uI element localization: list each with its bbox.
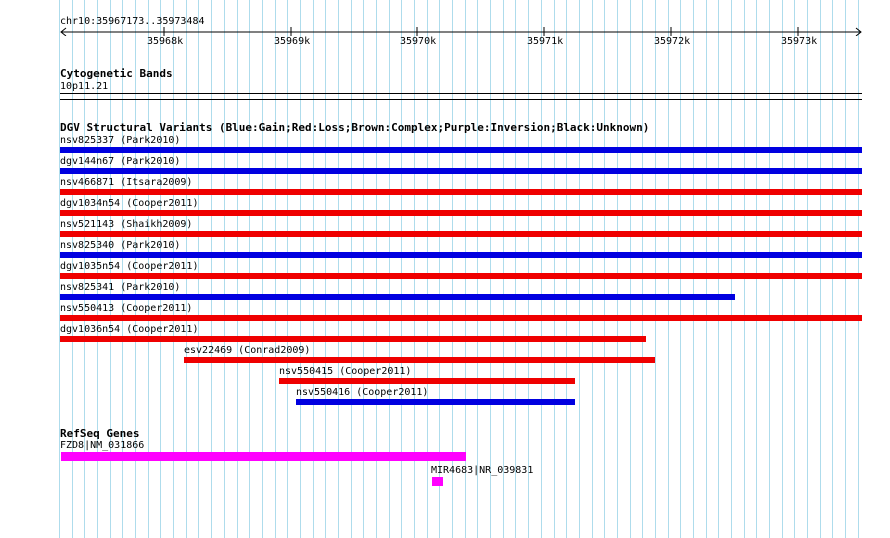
gene-bar-fzd8[interactable] — [61, 452, 466, 461]
dgv-feature-bar[interactable] — [296, 399, 575, 405]
dgv-feature-label[interactable]: dgv144n67 (Park2010) — [60, 156, 180, 167]
dgv-feature-bar[interactable] — [60, 168, 862, 174]
ruler-tick-label: 35971k — [527, 36, 564, 47]
dgv-feature-label[interactable]: nsv550415 (Cooper2011) — [279, 366, 411, 377]
gene-bar-mir4683[interactable] — [432, 477, 443, 486]
ruler-tick-label: 35970k — [400, 36, 437, 47]
dgv-feature-label[interactable]: nsv825341 (Park2010) — [60, 282, 180, 293]
dgv-feature-label[interactable]: nsv550413 (Cooper2011) — [60, 303, 192, 314]
dgv-feature-bar[interactable] — [60, 294, 735, 300]
dgv-feature-label[interactable]: nsv550416 (Cooper2011) — [296, 387, 428, 398]
dgv-feature-label[interactable]: dgv1036n54 (Cooper2011) — [60, 324, 198, 335]
dgv-feature-bar[interactable] — [60, 147, 862, 153]
dgv-feature-bar[interactable] — [184, 357, 655, 363]
dgv-feature-bar[interactable] — [60, 210, 862, 216]
dgv-feature-bar[interactable] — [60, 231, 862, 237]
cytoband-line-top — [60, 93, 862, 94]
dgv-feature-label[interactable]: nsv521143 (Shaikh2009) — [60, 219, 192, 230]
dgv-feature-bar[interactable] — [60, 252, 862, 258]
gene-label-mir4683[interactable]: MIR4683|NR_039831 — [431, 465, 533, 476]
dgv-track-title: DGV Structural Variants (Blue:Gain;Red:L… — [60, 121, 650, 134]
dgv-feature-bar[interactable] — [60, 189, 862, 195]
ruler-axis — [60, 27, 862, 36]
cytoband-line-bottom — [60, 99, 862, 100]
dgv-feature-label[interactable]: nsv825340 (Park2010) — [60, 240, 180, 251]
dgv-feature-label[interactable]: nsv825337 (Park2010) — [60, 135, 180, 146]
dgv-feature-bar[interactable] — [60, 336, 646, 342]
dgv-feature-label[interactable]: dgv1034n54 (Cooper2011) — [60, 198, 198, 209]
ruler-tick-label: 35972k — [654, 36, 691, 47]
dgv-feature-bar[interactable] — [279, 378, 575, 384]
dgv-feature-bar[interactable] — [60, 315, 862, 321]
ruler-tick-label: 35968k — [147, 36, 184, 47]
cytoband-track-title: Cytogenetic Bands — [60, 67, 173, 80]
ruler-tick-label: 35973k — [781, 36, 818, 47]
gene-label-fzd8[interactable]: FZD8|NM_031866 — [60, 440, 144, 451]
dgv-feature-label[interactable]: dgv1035n54 (Cooper2011) — [60, 261, 198, 272]
refseq-track-title: RefSeq Genes — [60, 427, 140, 440]
dgv-feature-bar[interactable] — [60, 273, 862, 279]
ruler-tick-label: 35969k — [274, 36, 311, 47]
dgv-feature-label[interactable]: esv22469 (Conrad2009) — [184, 345, 310, 356]
cytoband-label[interactable]: 10p11.21 — [60, 81, 108, 92]
dgv-feature-label[interactable]: nsv466871 (Itsara2009) — [60, 177, 192, 188]
